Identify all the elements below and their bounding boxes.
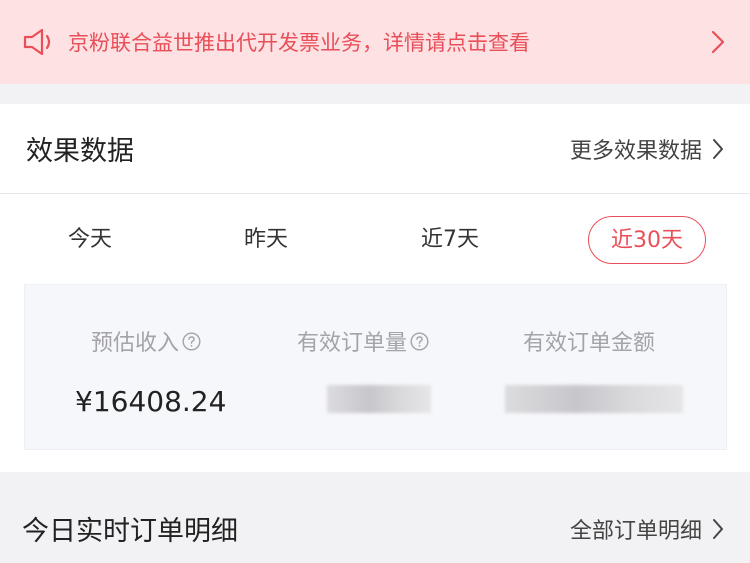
more-effect-data-label: 更多效果数据	[569, 138, 702, 164]
chevron-right-icon	[712, 516, 728, 542]
stat-value: ¥16408.24	[75, 385, 227, 418]
chevron-right-icon	[708, 27, 728, 57]
date-range-tabs: 今天 昨天 近7天 近30天	[0, 194, 750, 284]
more-effect-data-link[interactable]: 更多效果数据	[570, 133, 728, 165]
all-orders-label: 全部订单明细	[569, 518, 702, 544]
blurred-value	[505, 385, 683, 413]
stat-label: 预估收入	[91, 331, 180, 356]
tab-yesterday[interactable]: 昨天	[234, 216, 298, 264]
speaker-icon	[22, 25, 62, 59]
tab-today[interactable]: 今天	[58, 216, 122, 264]
stat-label: 有效订单金额	[523, 331, 656, 356]
effect-data-header: 效果数据 更多效果数据	[0, 104, 750, 194]
today-orders-title: 今日实时订单明细	[22, 516, 238, 547]
effect-data-card: 效果数据 更多效果数据 今天 昨天 近7天 近30天 预估收入 ¥16408.2…	[0, 104, 750, 472]
stat-valid-order-count: 有效订单量	[259, 285, 493, 451]
effect-data-title: 效果数据	[26, 136, 134, 167]
all-orders-link[interactable]: 全部订单明细	[570, 513, 728, 545]
help-icon[interactable]	[410, 331, 429, 351]
tab-last-7-days[interactable]: 近7天	[410, 216, 490, 264]
tab-last-30-days[interactable]: 近30天	[588, 216, 706, 264]
blurred-value	[327, 385, 431, 413]
today-orders-section: 今日实时订单明细 全部订单明细	[0, 494, 750, 563]
stat-valid-order-amount: 有效订单金额	[493, 285, 728, 451]
chevron-right-icon	[712, 136, 728, 162]
notice-banner[interactable]: 京粉联合益世推出代开发票业务，详情请点击查看	[0, 0, 750, 84]
notice-text: 京粉联合益世推出代开发票业务，详情请点击查看	[68, 31, 530, 55]
stat-label: 有效订单量	[297, 331, 408, 356]
help-icon[interactable]	[182, 331, 201, 351]
stats-panel: 预估收入 ¥16408.24 有效订单量 有效订单金额	[24, 284, 727, 450]
stat-estimated-income: 预估收入 ¥16408.24	[25, 285, 259, 451]
